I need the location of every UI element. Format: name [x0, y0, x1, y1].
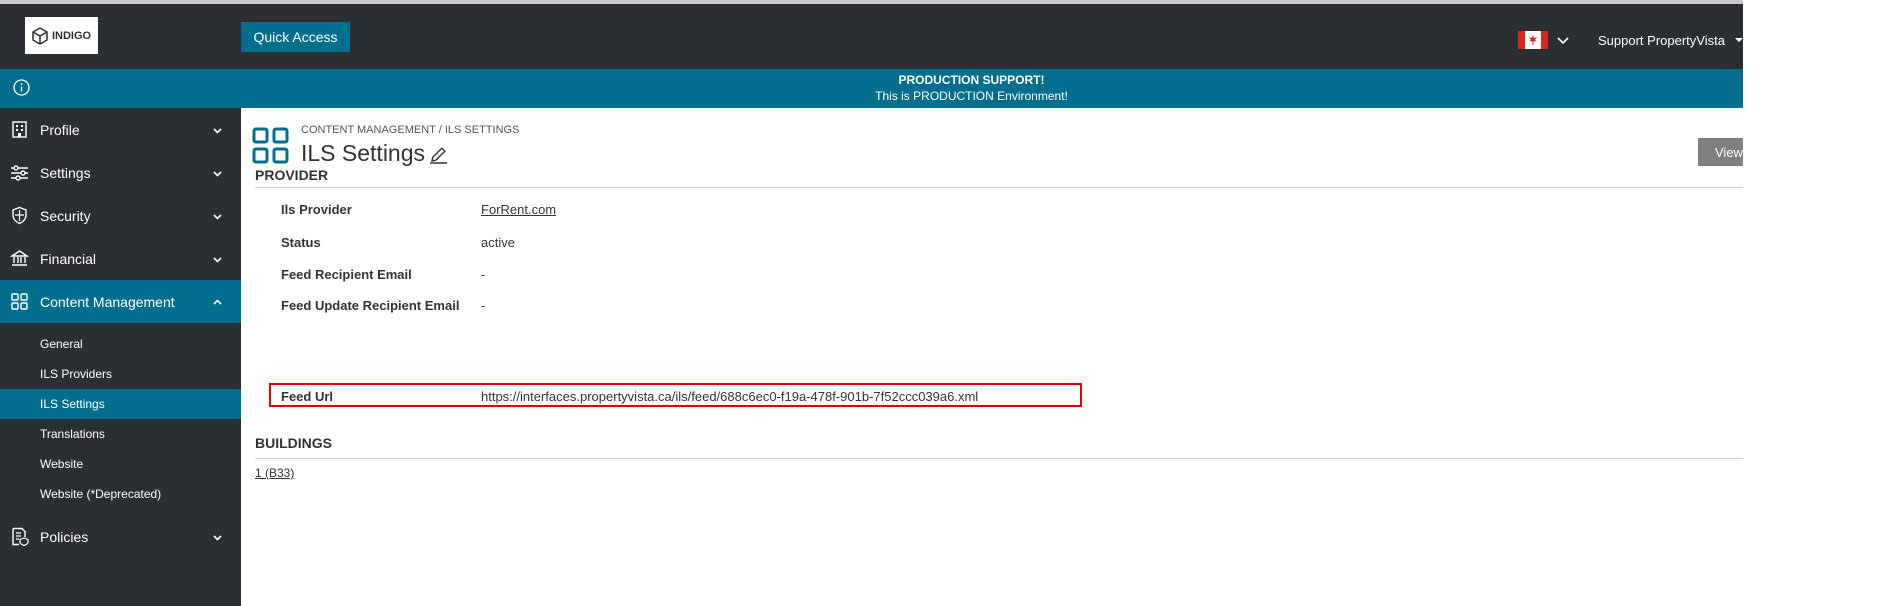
bank-icon [10, 250, 29, 266]
canada-flag-icon[interactable] [1518, 31, 1548, 49]
sidebar-item-settings[interactable]: Settings [0, 151, 241, 194]
sidebar-item-label: Profile [40, 122, 80, 138]
sidebar-item-financial[interactable]: Financial [0, 237, 241, 280]
section-divider [255, 458, 1743, 459]
policy-doc-icon [12, 527, 29, 546]
provider-section-title: PROVIDER [255, 167, 329, 183]
ils-provider-label: Ils Provider [281, 202, 352, 217]
user-menu[interactable]: Support PropertyVista [1598, 33, 1725, 48]
section-divider [255, 187, 1743, 188]
feed-update-recipient-email-value: - [481, 298, 486, 313]
sidebar-item-label: Policies [40, 529, 89, 545]
banner-title: PRODUCTION SUPPORT! [898, 73, 1045, 87]
sidebar-subitem-label: ILS Providers [40, 367, 113, 381]
ils-provider-link[interactable]: ForRent.com [481, 202, 556, 217]
sidebar-item-label: Settings [40, 165, 91, 181]
view-button[interactable]: View [1698, 138, 1743, 166]
logo-text: INDIGO [51, 29, 92, 42]
shield-icon [12, 206, 27, 225]
chevron-down-icon [213, 171, 222, 177]
feed-url-label: Feed Url [281, 389, 334, 404]
grid-icon [252, 127, 289, 164]
sidebar-subitem-ils-providers[interactable]: ILS Providers [0, 359, 241, 389]
production-banner: PRODUCTION SUPPORT! This is PRODUCTION E… [0, 69, 1743, 108]
sidebar-subitem-website-deprecated[interactable]: Website (*Deprecated) [0, 479, 241, 509]
sliders-icon [11, 165, 28, 181]
sidebar-item-policies[interactable]: Policies [0, 515, 241, 558]
status-label: Status [281, 235, 321, 250]
sidebar-subitem-label: General [40, 337, 83, 351]
chevron-down-icon[interactable] [1555, 32, 1571, 48]
banner-subtitle: This is PRODUCTION Environment! [875, 89, 1068, 103]
building-icon [12, 121, 27, 138]
cube-logo-icon [32, 26, 48, 45]
quick-access-button[interactable]: Quick Access [241, 22, 350, 52]
chevron-down-icon [213, 214, 222, 220]
sidebar-subitem-label: Translations [40, 427, 105, 441]
pencil-edit-icon[interactable] [429, 145, 448, 164]
chevron-down-icon [213, 535, 222, 541]
top-bar: INDIGO Quick Access Support PropertyVist… [0, 0, 1743, 69]
status-value: active [481, 235, 515, 250]
chevron-down-icon [213, 128, 222, 134]
sidebar-subitem-label: Website [40, 457, 84, 471]
sidebar-subitem-general[interactable]: General [0, 329, 241, 359]
sidebar-subitem-translations[interactable]: Translations [0, 419, 241, 449]
sidebar-item-label: Financial [40, 251, 97, 267]
feed-recipient-email-value: - [481, 267, 486, 282]
sidebar-subitem-website[interactable]: Website [0, 449, 241, 479]
sidebar-item-label: Content Management [40, 294, 175, 310]
feed-update-recipient-email-label: Feed Update Recipient Email [281, 298, 460, 313]
main-content: CONTENT MANAGEMENT / ILS SETTINGS ILS Se… [241, 108, 1743, 606]
feed-url-value: https://interfaces.propertyvista.ca/ils/… [481, 389, 979, 404]
grid-icon [11, 293, 28, 310]
breadcrumb: CONTENT MANAGEMENT / ILS SETTINGS [301, 124, 520, 136]
sidebar-item-security[interactable]: Security [0, 194, 241, 237]
sidebar-subitem-label: ILS Settings [40, 397, 105, 411]
chevron-down-icon [213, 257, 222, 263]
sidebar-subitem-ils-settings[interactable]: ILS Settings [0, 389, 241, 419]
sidebar: Profile Settings Security Financial Cont… [0, 108, 241, 606]
app-window: INDIGO Quick Access Support PropertyVist… [0, 0, 1887, 606]
buildings-section-title: BUILDINGS [255, 435, 332, 451]
sidebar-item-label: Security [40, 208, 91, 224]
indigo-logo[interactable]: INDIGO [25, 17, 98, 54]
user-menu-chevron-icon[interactable] [1735, 36, 1743, 44]
page-title: ILS Settings [301, 140, 426, 166]
feed-recipient-email-label: Feed Recipient Email [281, 267, 412, 282]
sidebar-item-profile[interactable]: Profile [0, 108, 241, 151]
building-link[interactable]: 1 (B33) [255, 466, 294, 480]
sidebar-subitem-label: Website (*Deprecated) [40, 487, 162, 501]
sidebar-item-content-management[interactable]: Content Management [0, 280, 241, 323]
chevron-up-icon [213, 299, 222, 305]
